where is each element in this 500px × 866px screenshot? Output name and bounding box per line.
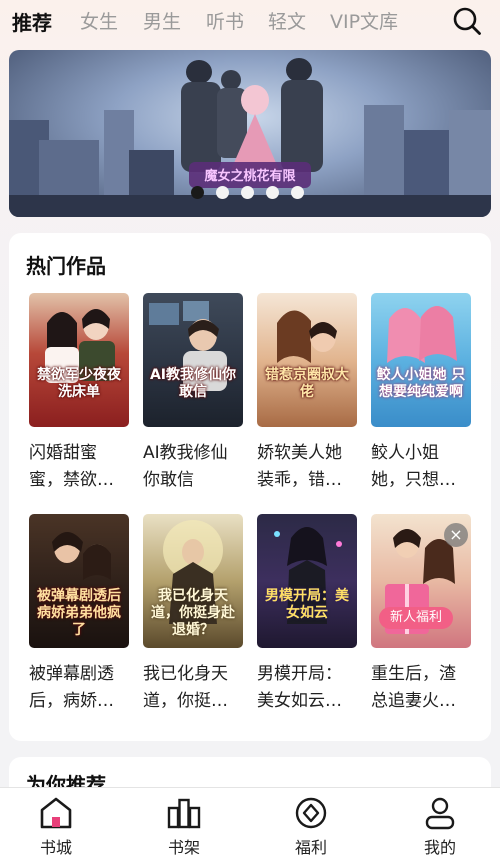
book-title[interactable]: 我已化身天道，你挺… xyxy=(143,661,244,715)
section-title: 热门作品 xyxy=(26,254,106,278)
pagination-dot[interactable] xyxy=(216,186,229,199)
book-cover[interactable]: 禁欲军少夜夜洗床单 xyxy=(29,293,129,427)
cover-title: 禁欲军少夜夜洗床单 xyxy=(37,367,121,400)
tab-male[interactable]: 男生 xyxy=(143,7,181,34)
new-user-promo-badge[interactable]: 新人福利 xyxy=(379,607,453,629)
cover-title: 男模开局：美女如云 xyxy=(265,588,349,621)
tab-audiobook[interactable]: 听书 xyxy=(206,7,244,34)
pagination-dot[interactable] xyxy=(266,186,279,199)
cover-illustration xyxy=(277,310,337,363)
profile-icon xyxy=(425,797,455,830)
book-cover[interactable]: 鲛人小姐她 只想要纯纯爱啊 xyxy=(371,293,471,427)
nav-label: 福利 xyxy=(294,838,327,857)
book-item[interactable]: 新人福利 × 重生后，渣总追妻火… xyxy=(371,514,472,715)
nav-label: 我的 xyxy=(423,838,456,857)
book-cover[interactable]: AI教我修仙你敢信 xyxy=(143,293,243,427)
nav-label: 书城 xyxy=(39,838,72,857)
tab-light-novel[interactable]: 轻文 xyxy=(268,7,306,34)
pagination-dot[interactable] xyxy=(241,186,254,199)
nav-label: 书架 xyxy=(167,838,200,857)
cover-illustration xyxy=(387,306,457,363)
cover-title: 错惹京圈叔大佬 xyxy=(265,367,349,400)
tab-female[interactable]: 女生 xyxy=(80,7,118,34)
cover-title: 我已化身天道，你挺身赴退婚？ xyxy=(151,588,235,638)
pagination-dot[interactable] xyxy=(191,186,204,199)
book-item[interactable]: 我已化身天道，你挺身赴退婚？ 我已化身天道，你挺… xyxy=(143,514,244,715)
nav-profile[interactable]: 我的 xyxy=(400,796,480,858)
book-item[interactable]: 男模开局：美女如云 男模开局：美女如云… xyxy=(257,514,358,715)
banner-headline: 魔女之桃花有限 xyxy=(204,168,296,184)
top-nav: 推荐 女生 男生 听书 轻文 VIP文库 xyxy=(0,0,500,40)
cover-illustration xyxy=(149,301,227,391)
book-cover[interactable]: 男模开局：美女如云 xyxy=(257,514,357,648)
pagination-dot[interactable] xyxy=(291,186,304,199)
home-icon xyxy=(40,797,72,829)
cover-title: 被弹幕剧透后 病娇弟弟他疯了 xyxy=(37,588,121,638)
book-item[interactable]: AI教我修仙你敢信 AI教我修仙你敢信 xyxy=(143,293,244,494)
nav-welfare[interactable]: 福利 xyxy=(271,796,351,858)
banner-pagination xyxy=(191,186,304,199)
hero-banner[interactable]: 魔女之桃花有限 xyxy=(9,50,491,217)
bottom-nav: 书城 书架 福利 我的 xyxy=(0,787,500,866)
close-icon[interactable]: × xyxy=(444,523,468,547)
tab-vip-library[interactable]: VIP文库 xyxy=(330,7,398,34)
book-cover[interactable]: 被弹幕剧透后 病娇弟弟他疯了 xyxy=(29,514,129,648)
book-title[interactable]: 男模开局：美女如云… xyxy=(257,661,358,715)
nav-bookstore[interactable]: 书城 xyxy=(16,796,96,858)
book-item[interactable]: 鲛人小姐她 只想要纯纯爱啊 鲛人小姐她，只想… xyxy=(371,293,472,494)
book-item[interactable]: 错惹京圈叔大佬 娇软美人她装乖，错… xyxy=(257,293,358,494)
bookshelf-icon xyxy=(167,798,201,829)
book-cover[interactable]: 新人福利 × xyxy=(371,514,471,648)
book-title[interactable]: 鲛人小姐她，只想… xyxy=(371,440,472,494)
book-item[interactable]: 被弹幕剧透后 病娇弟弟他疯了 被弹幕剧透后，病娇… xyxy=(29,514,130,715)
book-title[interactable]: 被弹幕剧透后，病娇… xyxy=(29,661,130,715)
book-item[interactable]: 禁欲军少夜夜洗床单 闪婚甜蜜蜜，禁欲… xyxy=(29,293,130,494)
cover-title: AI教我修仙你敢信 xyxy=(149,367,237,400)
book-cover[interactable]: 我已化身天道，你挺身赴退婚？ xyxy=(143,514,243,648)
cover-illustration xyxy=(274,527,342,624)
nav-bookshelf[interactable]: 书架 xyxy=(144,796,224,858)
tab-recommend[interactable]: 推荐 xyxy=(12,7,52,36)
book-title[interactable]: 闪婚甜蜜蜜，禁欲… xyxy=(29,440,130,494)
book-title[interactable]: 重生后，渣总追妻火… xyxy=(371,661,472,715)
cover-title: 鲛人小姐她 只想要纯纯爱啊 xyxy=(376,367,466,400)
search-icon[interactable] xyxy=(452,6,482,36)
book-title[interactable]: 娇软美人她装乖，错… xyxy=(257,440,358,494)
hot-works-section: 热门作品 禁欲军少夜夜洗床单 闪婚甜蜜蜜，禁欲… AI教我修仙你敢信 AI教我修… xyxy=(9,233,491,741)
book-title[interactable]: AI教我修仙你敢信 xyxy=(143,440,244,494)
gift-diamond-icon xyxy=(295,797,327,829)
cover-illustration xyxy=(45,309,115,383)
book-cover[interactable]: 错惹京圈叔大佬 xyxy=(257,293,357,427)
